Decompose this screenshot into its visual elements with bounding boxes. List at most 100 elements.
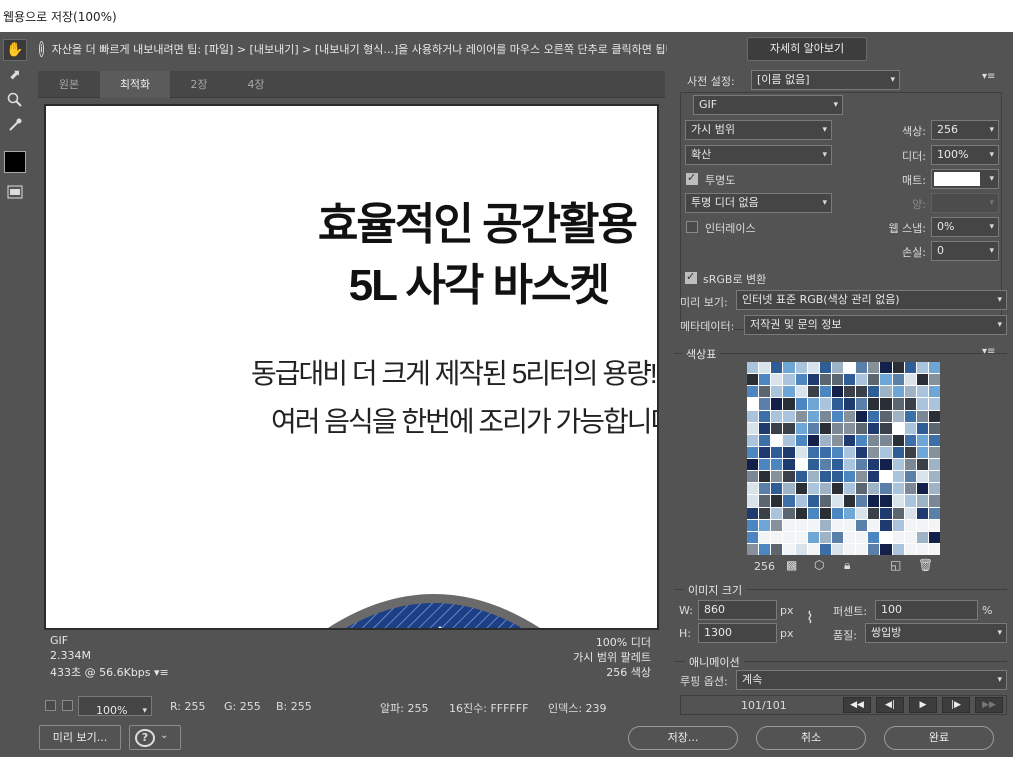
color-swatch[interactable] [916, 459, 928, 471]
color-swatch[interactable] [807, 483, 819, 495]
color-swatch[interactable] [747, 543, 759, 555]
color-swatch[interactable] [856, 459, 868, 471]
color-swatch[interactable] [916, 434, 928, 446]
image-preview[interactable]: 효율적인 공간활용 5L 사각 바스켓 동급대비 더 크게 제작된 5리터의 용… [44, 104, 659, 630]
color-swatch[interactable] [880, 386, 892, 398]
color-swatch[interactable] [892, 519, 904, 531]
color-swatch[interactable] [759, 410, 771, 422]
color-swatch[interactable] [771, 434, 783, 446]
color-swatch[interactable] [795, 459, 807, 471]
color-swatch[interactable] [928, 483, 940, 495]
width-input[interactable]: 860 [698, 600, 777, 620]
color-swatch[interactable] [759, 471, 771, 483]
zoom-out-box[interactable] [45, 700, 56, 711]
color-swatch[interactable] [819, 398, 831, 410]
color-swatch[interactable] [807, 495, 819, 507]
color-swatch[interactable] [904, 483, 916, 495]
color-swatch[interactable] [771, 362, 783, 374]
color-swatch[interactable] [928, 519, 940, 531]
color-swatch[interactable] [904, 495, 916, 507]
color-swatch[interactable] [795, 483, 807, 495]
color-swatch[interactable] [844, 519, 856, 531]
menu-icon[interactable]: ▾≡ [154, 666, 169, 679]
color-swatch[interactable] [759, 531, 771, 543]
quality-select[interactable]: 쌍입방 ▾ [865, 623, 1007, 643]
color-swatch[interactable] [783, 531, 795, 543]
color-swatch[interactable] [819, 507, 831, 519]
color-swatch[interactable] [880, 374, 892, 386]
color-swatch[interactable] [795, 374, 807, 386]
color-swatch[interactable] [868, 471, 880, 483]
color-swatch[interactable] [819, 543, 831, 555]
color-swatch[interactable] [807, 398, 819, 410]
dither-amount-select[interactable]: 100% ▾ [931, 145, 999, 165]
color-swatch[interactable] [892, 459, 904, 471]
color-swatch[interactable] [916, 362, 928, 374]
color-swatch[interactable] [916, 374, 928, 386]
color-swatch[interactable] [771, 531, 783, 543]
color-swatch[interactable] [856, 398, 868, 410]
zoom-in-box[interactable] [62, 700, 73, 711]
color-swatch[interactable] [904, 386, 916, 398]
color-swatch[interactable] [916, 495, 928, 507]
color-swatch[interactable] [795, 507, 807, 519]
color-swatch[interactable] [819, 531, 831, 543]
color-swatch[interactable] [771, 422, 783, 434]
color-swatch[interactable] [783, 446, 795, 458]
color-swatch[interactable] [831, 374, 843, 386]
play-icon[interactable]: ▶ [909, 697, 937, 713]
color-swatch[interactable] [783, 495, 795, 507]
color-swatch[interactable] [747, 519, 759, 531]
color-swatch[interactable] [819, 495, 831, 507]
color-swatch[interactable] [771, 483, 783, 495]
color-swatch[interactable] [831, 459, 843, 471]
color-swatch[interactable] [747, 422, 759, 434]
color-swatch[interactable] [904, 398, 916, 410]
color-swatch[interactable] [880, 507, 892, 519]
color-swatch[interactable] [807, 410, 819, 422]
percent-input[interactable]: 100 [875, 600, 978, 620]
color-swatch[interactable] [868, 362, 880, 374]
color-swatch[interactable] [783, 507, 795, 519]
color-swatch[interactable] [747, 471, 759, 483]
format-select[interactable]: GIF ▾ [693, 95, 843, 115]
color-swatch[interactable] [783, 519, 795, 531]
color-swatch[interactable] [856, 543, 868, 555]
loop-select[interactable]: 계속 ▾ [736, 670, 1007, 690]
color-swatch[interactable] [795, 531, 807, 543]
color-swatch[interactable] [771, 410, 783, 422]
color-swatch[interactable] [928, 374, 940, 386]
color-swatch[interactable] [928, 422, 940, 434]
color-swatch[interactable] [880, 483, 892, 495]
color-swatch[interactable] [747, 531, 759, 543]
color-swatch[interactable] [892, 531, 904, 543]
color-swatch[interactable] [771, 459, 783, 471]
color-swatch[interactable] [856, 471, 868, 483]
color-swatch[interactable] [759, 459, 771, 471]
color-table-menu-icon[interactable]: ▾≡ [982, 346, 995, 357]
new-color-icon[interactable]: ◱ [890, 558, 901, 572]
color-swatch[interactable] [807, 531, 819, 543]
color-swatch[interactable] [771, 374, 783, 386]
color-swatch[interactable] [747, 507, 759, 519]
color-swatch[interactable] [916, 422, 928, 434]
color-swatch[interactable] [880, 495, 892, 507]
color-swatch[interactable] [904, 507, 916, 519]
tab-4up[interactable]: 4장 [228, 71, 284, 98]
color-swatch[interactable] [819, 362, 831, 374]
color-swatch[interactable] [904, 543, 916, 555]
first-frame-icon[interactable]: ◀◀ [843, 697, 871, 713]
color-swatch[interactable] [771, 471, 783, 483]
color-swatch[interactable] [904, 410, 916, 422]
transparency-checkbox[interactable] [686, 171, 698, 185]
color-swatch[interactable] [783, 386, 795, 398]
color-swatch[interactable] [904, 531, 916, 543]
color-swatch[interactable] [747, 374, 759, 386]
color-swatch[interactable] [783, 362, 795, 374]
color-swatch[interactable] [759, 422, 771, 434]
color-swatch[interactable] [807, 422, 819, 434]
reduction-select[interactable]: 가시 범위 ▾ [685, 120, 832, 140]
color-swatch[interactable] [759, 374, 771, 386]
color-swatch[interactable] [916, 519, 928, 531]
color-swatch[interactable] [771, 446, 783, 458]
